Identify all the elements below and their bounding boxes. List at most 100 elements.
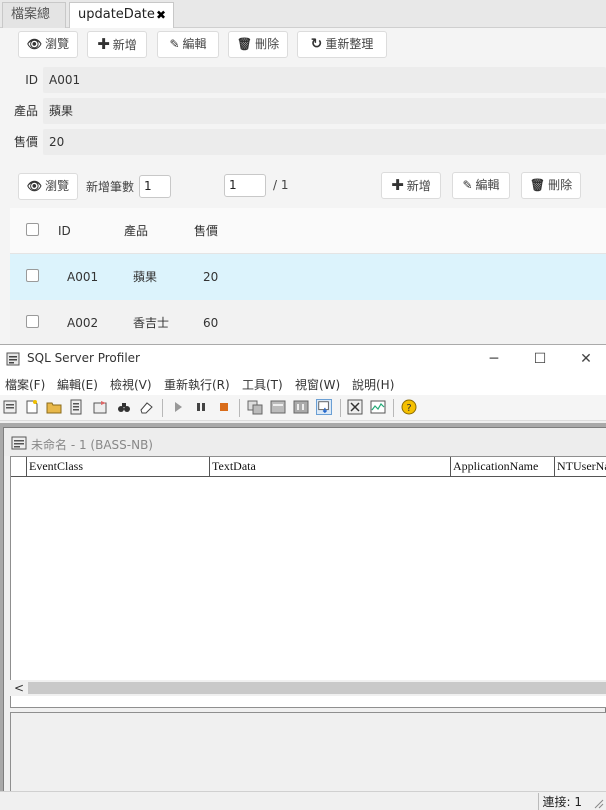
page-input[interactable]: 1 bbox=[224, 174, 266, 197]
plus-icon: ✚ bbox=[97, 35, 110, 53]
field-label: ID bbox=[25, 73, 38, 87]
scroll-left-icon[interactable]: < bbox=[12, 680, 26, 696]
cell-id: A001 bbox=[67, 270, 99, 284]
maximize-icon[interactable]: ☐ bbox=[529, 348, 551, 370]
trace-window-title-bar[interactable]: 未命名 - 1 (BASS-NB) bbox=[4, 428, 606, 456]
toolbar-separator bbox=[239, 399, 240, 417]
column-applicationname[interactable]: ApplicationName bbox=[451, 457, 555, 476]
column-ntusername[interactable]: NTUserName bbox=[555, 457, 606, 476]
filter-icon[interactable] bbox=[247, 399, 263, 415]
edit-label: 編輯 bbox=[475, 178, 500, 192]
columns-icon[interactable] bbox=[270, 399, 286, 415]
textdata-detail-pane[interactable] bbox=[10, 712, 606, 796]
new-count-input[interactable]: 1 bbox=[139, 175, 171, 198]
window-title: SQL Server Profiler bbox=[27, 351, 140, 365]
add-label: 新增 bbox=[406, 179, 431, 193]
eye-icon: 👁 bbox=[26, 37, 43, 51]
grid-add-button[interactable]: ✚ 新增 bbox=[381, 172, 441, 199]
trace-window: 未命名 - 1 (BASS-NB) EventClass TextData Ap… bbox=[3, 427, 606, 797]
plus-icon: ✚ bbox=[391, 176, 404, 194]
tab-strip: 檔案總管 updateDate ✖ bbox=[0, 0, 606, 46]
scrollbar-thumb[interactable] bbox=[28, 682, 606, 694]
template-icon[interactable] bbox=[68, 399, 84, 415]
row-header-cell bbox=[11, 457, 27, 476]
browse-button[interactable]: 👁 瀏覽 bbox=[18, 31, 78, 58]
tab-label: updateDate bbox=[78, 7, 155, 22]
menu-edit[interactable]: 編輯(E) bbox=[57, 376, 98, 393]
menu-bar: 檔案(F) 編輯(E) 檢視(V) 重新執行(R) 工具(T) 視窗(W) 說明… bbox=[0, 373, 606, 395]
toolbar-separator bbox=[340, 399, 341, 417]
refresh-label: 重新整理 bbox=[325, 37, 374, 51]
profiler-toolbar: ? bbox=[0, 395, 606, 421]
delete-button[interactable]: 🗑 刪除 bbox=[228, 31, 288, 58]
page-total: / 1 bbox=[273, 178, 289, 192]
clear-window-icon[interactable] bbox=[347, 399, 363, 415]
refresh-icon: ↻ bbox=[310, 36, 323, 52]
play-icon[interactable] bbox=[170, 399, 186, 415]
header-product[interactable]: 產品 bbox=[124, 208, 148, 254]
open-folder-icon[interactable] bbox=[46, 399, 62, 415]
product-field[interactable]: 蘋果 bbox=[43, 98, 606, 124]
grid-edit-button[interactable]: ✎ 編輯 bbox=[452, 172, 510, 199]
close-icon[interactable]: ✖ bbox=[156, 3, 166, 27]
resize-grip-icon[interactable] bbox=[592, 797, 604, 809]
new-file-icon[interactable] bbox=[24, 399, 40, 415]
table-row[interactable]: A001 蘋果 20 bbox=[10, 254, 606, 300]
edit-button[interactable]: ✎ 編輯 bbox=[157, 31, 219, 58]
menu-view[interactable]: 檢視(V) bbox=[110, 376, 152, 393]
pencil-icon: ✎ bbox=[169, 37, 180, 51]
field-price: 售價 20 bbox=[0, 129, 606, 155]
svg-text:?: ? bbox=[406, 403, 411, 414]
mdi-client-area: 未命名 - 1 (BASS-NB) EventClass TextData Ap… bbox=[0, 423, 606, 810]
minimize-icon[interactable]: ─ bbox=[483, 348, 505, 370]
grid-browse-button[interactable]: 👁 瀏覽 bbox=[18, 173, 78, 200]
help-icon[interactable]: ? bbox=[401, 399, 417, 415]
grid-delete-button[interactable]: 🗑 刪除 bbox=[521, 172, 581, 199]
cell-product: 香吉士 bbox=[133, 316, 170, 330]
browse-label: 瀏覽 bbox=[45, 37, 70, 51]
stop-icon[interactable] bbox=[216, 399, 232, 415]
table-row[interactable]: A002 香吉士 60 bbox=[10, 300, 606, 346]
row-checkbox[interactable] bbox=[26, 315, 39, 328]
refresh-button[interactable]: ↻ 重新整理 bbox=[297, 31, 387, 58]
header-price[interactable]: 售價 bbox=[194, 208, 218, 254]
field-label: 產品 bbox=[13, 104, 38, 118]
column-eventclass[interactable]: EventClass bbox=[27, 457, 210, 476]
add-button[interactable]: ✚ 新增 bbox=[87, 31, 147, 58]
profiler-window: SQL Server Profiler ─ ☐ ✕ 檔案(F) 編輯(E) 檢視… bbox=[0, 344, 606, 810]
find-binoculars-icon[interactable] bbox=[116, 399, 132, 415]
price-field[interactable]: 20 bbox=[43, 129, 606, 155]
toolbar-separator bbox=[162, 399, 163, 417]
trace-grid: EventClass TextData ApplicationName NTUs… bbox=[10, 456, 606, 708]
cell-price: 60 bbox=[203, 316, 219, 330]
title-bar[interactable]: SQL Server Profiler ─ ☐ ✕ bbox=[0, 345, 606, 373]
eraser-icon[interactable] bbox=[138, 399, 154, 415]
row-checkbox[interactable] bbox=[26, 269, 39, 282]
menu-help[interactable]: 說明(H) bbox=[352, 376, 394, 393]
tab-file-manager[interactable]: 檔案總管 bbox=[2, 2, 66, 46]
performance-monitor-icon[interactable] bbox=[370, 399, 386, 415]
eye-icon: 👁 bbox=[26, 179, 43, 193]
field-id: ID A001 bbox=[0, 67, 606, 93]
tab-update-date[interactable]: updateDate ✖ bbox=[69, 2, 174, 28]
add-label: 新增 bbox=[112, 38, 137, 52]
grid-header: ID 產品 售價 bbox=[10, 208, 606, 254]
browse-label: 瀏覽 bbox=[45, 179, 70, 193]
delete-label: 刪除 bbox=[255, 37, 280, 51]
select-all-checkbox[interactable] bbox=[26, 223, 39, 236]
cell-price: 20 bbox=[203, 270, 219, 284]
menu-file[interactable]: 檔案(F) bbox=[5, 376, 45, 393]
id-field[interactable]: A001 bbox=[43, 67, 606, 93]
menu-replay[interactable]: 重新執行(R) bbox=[164, 376, 230, 393]
pause-icon[interactable] bbox=[193, 399, 209, 415]
menu-window[interactable]: 視窗(W) bbox=[295, 376, 340, 393]
group-icon[interactable] bbox=[293, 399, 309, 415]
properties-icon[interactable] bbox=[92, 399, 108, 415]
menu-tools[interactable]: 工具(T) bbox=[242, 376, 283, 393]
column-textdata[interactable]: TextData bbox=[210, 457, 451, 476]
horizontal-scrollbar[interactable]: < bbox=[10, 680, 606, 696]
header-id[interactable]: ID bbox=[58, 208, 71, 254]
new-trace-icon[interactable] bbox=[2, 399, 18, 415]
auto-scroll-icon[interactable] bbox=[316, 399, 332, 415]
close-icon[interactable]: ✕ bbox=[575, 348, 597, 370]
